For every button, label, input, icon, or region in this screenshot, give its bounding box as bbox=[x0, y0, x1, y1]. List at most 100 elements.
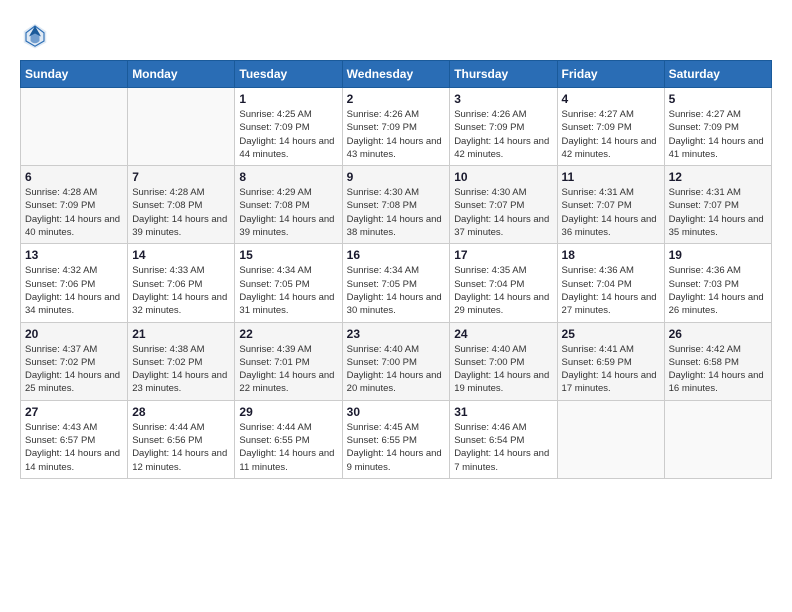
day-number: 26 bbox=[669, 327, 767, 341]
day-number: 15 bbox=[239, 248, 337, 262]
cell-info: Sunrise: 4:42 AM Sunset: 6:58 PM Dayligh… bbox=[669, 343, 767, 396]
calendar-cell: 30Sunrise: 4:45 AM Sunset: 6:55 PM Dayli… bbox=[342, 400, 450, 478]
day-number: 13 bbox=[25, 248, 123, 262]
day-number: 24 bbox=[454, 327, 552, 341]
day-number: 16 bbox=[347, 248, 446, 262]
day-number: 23 bbox=[347, 327, 446, 341]
cell-info: Sunrise: 4:36 AM Sunset: 7:04 PM Dayligh… bbox=[562, 264, 660, 317]
cell-info: Sunrise: 4:26 AM Sunset: 7:09 PM Dayligh… bbox=[454, 108, 552, 161]
cell-info: Sunrise: 4:34 AM Sunset: 7:05 PM Dayligh… bbox=[239, 264, 337, 317]
calendar-cell: 24 Sunrise: 4:40 AM Sunset: 7:00 PM Dayli… bbox=[450, 322, 557, 400]
day-number: 21 bbox=[132, 327, 230, 341]
calendar-cell: 31 Sunrise: 4:46 AM Sunset: 6:54 PM Dayli… bbox=[450, 400, 557, 478]
cell-info: Sunrise: 4:44 AM Sunset: 6:56 PM Dayligh… bbox=[132, 421, 230, 474]
cell-info: Sunrise: 4:31 AM Sunset: 7:07 PM Dayligh… bbox=[562, 186, 660, 239]
cell-info: Sunrise: 4:31 AM Sunset: 7:07 PM Dayligh… bbox=[669, 186, 767, 239]
calendar-cell bbox=[21, 88, 128, 166]
calendar-cell: 12 Sunrise: 4:31 AM Sunset: 7:07 PM Dayli… bbox=[664, 166, 771, 244]
calendar-week-3: 13 Sunrise: 4:32 AM Sunset: 7:06 PM Dayli… bbox=[21, 244, 772, 322]
cell-info: Sunrise: 4:34 AM Sunset: 7:05 PM Dayligh… bbox=[347, 264, 446, 317]
logo bbox=[20, 20, 52, 50]
calendar-cell: 11 Sunrise: 4:31 AM Sunset: 7:07 PM Dayli… bbox=[557, 166, 664, 244]
calendar-cell bbox=[557, 400, 664, 478]
cell-info: Sunrise: 4:39 AM Sunset: 7:01 PM Dayligh… bbox=[239, 343, 337, 396]
calendar-cell: 1Sunrise: 4:25 AM Sunset: 7:09 PM Daylig… bbox=[235, 88, 342, 166]
calendar-week-2: 6 Sunrise: 4:28 AM Sunset: 7:09 PM Daylig… bbox=[21, 166, 772, 244]
calendar-cell bbox=[128, 88, 235, 166]
day-number: 8 bbox=[239, 170, 337, 184]
day-number: 3 bbox=[454, 92, 552, 106]
cell-info: Sunrise: 4:46 AM Sunset: 6:54 PM Dayligh… bbox=[454, 421, 552, 474]
calendar-cell: 18Sunrise: 4:36 AM Sunset: 7:04 PM Dayli… bbox=[557, 244, 664, 322]
day-number: 6 bbox=[25, 170, 123, 184]
calendar-week-4: 20 Sunrise: 4:37 AM Sunset: 7:02 PM Dayli… bbox=[21, 322, 772, 400]
calendar-cell: 13 Sunrise: 4:32 AM Sunset: 7:06 PM Dayli… bbox=[21, 244, 128, 322]
calendar-cell: 26 Sunrise: 4:42 AM Sunset: 6:58 PM Dayli… bbox=[664, 322, 771, 400]
day-number: 28 bbox=[132, 405, 230, 419]
calendar-cell: 3 Sunrise: 4:26 AM Sunset: 7:09 PM Daylig… bbox=[450, 88, 557, 166]
cell-info: Sunrise: 4:27 AM Sunset: 7:09 PM Dayligh… bbox=[669, 108, 767, 161]
calendar-cell: 27 Sunrise: 4:43 AM Sunset: 6:57 PM Dayli… bbox=[21, 400, 128, 478]
cell-info: Sunrise: 4:33 AM Sunset: 7:06 PM Dayligh… bbox=[132, 264, 230, 317]
calendar-cell: 6 Sunrise: 4:28 AM Sunset: 7:09 PM Daylig… bbox=[21, 166, 128, 244]
day-number: 27 bbox=[25, 405, 123, 419]
day-number: 22 bbox=[239, 327, 337, 341]
cell-info: Sunrise: 4:40 AM Sunset: 7:00 PM Dayligh… bbox=[347, 343, 446, 396]
weekday-header-wednesday: Wednesday bbox=[342, 61, 450, 88]
calendar-cell: 4 Sunrise: 4:27 AM Sunset: 7:09 PM Daylig… bbox=[557, 88, 664, 166]
calendar-week-1: 1Sunrise: 4:25 AM Sunset: 7:09 PM Daylig… bbox=[21, 88, 772, 166]
weekday-header-thursday: Thursday bbox=[450, 61, 557, 88]
cell-info: Sunrise: 4:44 AM Sunset: 6:55 PM Dayligh… bbox=[239, 421, 337, 474]
calendar-cell: 23 Sunrise: 4:40 AM Sunset: 7:00 PM Dayli… bbox=[342, 322, 450, 400]
cell-info: Sunrise: 4:27 AM Sunset: 7:09 PM Dayligh… bbox=[562, 108, 660, 161]
day-number: 29 bbox=[239, 405, 337, 419]
weekday-header-saturday: Saturday bbox=[664, 61, 771, 88]
calendar-cell: 10Sunrise: 4:30 AM Sunset: 7:07 PM Dayli… bbox=[450, 166, 557, 244]
day-number: 17 bbox=[454, 248, 552, 262]
calendar-cell bbox=[664, 400, 771, 478]
logo-icon bbox=[20, 20, 50, 50]
calendar-cell: 22 Sunrise: 4:39 AM Sunset: 7:01 PM Dayli… bbox=[235, 322, 342, 400]
calendar-cell: 14 Sunrise: 4:33 AM Sunset: 7:06 PM Dayli… bbox=[128, 244, 235, 322]
calendar-cell: 16 Sunrise: 4:34 AM Sunset: 7:05 PM Dayli… bbox=[342, 244, 450, 322]
weekday-header-monday: Monday bbox=[128, 61, 235, 88]
day-number: 5 bbox=[669, 92, 767, 106]
cell-info: Sunrise: 4:30 AM Sunset: 7:08 PM Dayligh… bbox=[347, 186, 446, 239]
cell-info: Sunrise: 4:36 AM Sunset: 7:03 PM Dayligh… bbox=[669, 264, 767, 317]
cell-info: Sunrise: 4:28 AM Sunset: 7:09 PM Dayligh… bbox=[25, 186, 123, 239]
calendar-cell: 8 Sunrise: 4:29 AM Sunset: 7:08 PM Daylig… bbox=[235, 166, 342, 244]
day-number: 11 bbox=[562, 170, 660, 184]
day-number: 31 bbox=[454, 405, 552, 419]
calendar-cell: 29 Sunrise: 4:44 AM Sunset: 6:55 PM Dayli… bbox=[235, 400, 342, 478]
cell-info: Sunrise: 4:38 AM Sunset: 7:02 PM Dayligh… bbox=[132, 343, 230, 396]
cell-info: Sunrise: 4:37 AM Sunset: 7:02 PM Dayligh… bbox=[25, 343, 123, 396]
weekday-header-row: SundayMondayTuesdayWednesdayThursdayFrid… bbox=[21, 61, 772, 88]
calendar-cell: 28 Sunrise: 4:44 AM Sunset: 6:56 PM Dayli… bbox=[128, 400, 235, 478]
cell-info: Sunrise: 4:32 AM Sunset: 7:06 PM Dayligh… bbox=[25, 264, 123, 317]
cell-info: Sunrise: 4:43 AM Sunset: 6:57 PM Dayligh… bbox=[25, 421, 123, 474]
day-number: 14 bbox=[132, 248, 230, 262]
page-header bbox=[20, 20, 772, 50]
day-number: 20 bbox=[25, 327, 123, 341]
calendar-cell: 21 Sunrise: 4:38 AM Sunset: 7:02 PM Dayli… bbox=[128, 322, 235, 400]
cell-info: Sunrise: 4:26 AM Sunset: 7:09 PM Dayligh… bbox=[347, 108, 446, 161]
cell-info: Sunrise: 4:28 AM Sunset: 7:08 PM Dayligh… bbox=[132, 186, 230, 239]
weekday-header-friday: Friday bbox=[557, 61, 664, 88]
cell-info: Sunrise: 4:29 AM Sunset: 7:08 PM Dayligh… bbox=[239, 186, 337, 239]
calendar-cell: 25Sunrise: 4:41 AM Sunset: 6:59 PM Dayli… bbox=[557, 322, 664, 400]
calendar-cell: 19Sunrise: 4:36 AM Sunset: 7:03 PM Dayli… bbox=[664, 244, 771, 322]
calendar-table: SundayMondayTuesdayWednesdayThursdayFrid… bbox=[20, 60, 772, 479]
weekday-header-sunday: Sunday bbox=[21, 61, 128, 88]
day-number: 7 bbox=[132, 170, 230, 184]
calendar-cell: 5 Sunrise: 4:27 AM Sunset: 7:09 PM Daylig… bbox=[664, 88, 771, 166]
calendar-cell: 2Sunrise: 4:26 AM Sunset: 7:09 PM Daylig… bbox=[342, 88, 450, 166]
cell-info: Sunrise: 4:40 AM Sunset: 7:00 PM Dayligh… bbox=[454, 343, 552, 396]
weekday-header-tuesday: Tuesday bbox=[235, 61, 342, 88]
calendar-cell: 20 Sunrise: 4:37 AM Sunset: 7:02 PM Dayli… bbox=[21, 322, 128, 400]
cell-info: Sunrise: 4:41 AM Sunset: 6:59 PM Dayligh… bbox=[562, 343, 660, 396]
cell-info: Sunrise: 4:45 AM Sunset: 6:55 PM Dayligh… bbox=[347, 421, 446, 474]
cell-info: Sunrise: 4:35 AM Sunset: 7:04 PM Dayligh… bbox=[454, 264, 552, 317]
day-number: 12 bbox=[669, 170, 767, 184]
calendar-week-5: 27 Sunrise: 4:43 AM Sunset: 6:57 PM Dayli… bbox=[21, 400, 772, 478]
day-number: 4 bbox=[562, 92, 660, 106]
